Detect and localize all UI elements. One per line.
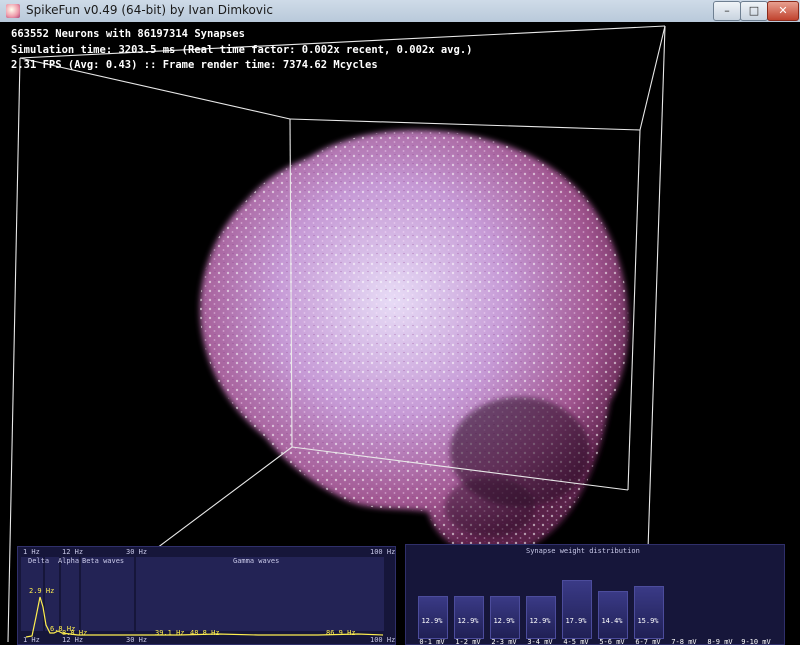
wave-tick-bottom: 100 Hz [370, 636, 396, 644]
weight-bar-label: 5-6 mV [599, 638, 625, 645]
peak-label: 39.1 Hz [155, 629, 185, 637]
weight-bar-label: 9-10 mV [741, 638, 771, 645]
close-button[interactable]: ✕ [767, 1, 799, 21]
fps-text: 2.31 FPS (Avg: 0.43) :: Frame render tim… [11, 59, 378, 71]
weight-bar-label: 3-4 mV [527, 638, 553, 645]
synapse-weight-panel: Synapse weight distribution 12.9% 0-1 mV 1… [405, 544, 785, 645]
weight-bar-label: 6-7 mV [635, 638, 661, 645]
weight-bar-label: 8-9 mV [707, 638, 733, 645]
synapse-panel-title: Synapse weight distribution [526, 547, 640, 555]
window-title: SpikeFun v0.49 (64-bit) by Ivan Dimkovic [26, 3, 273, 17]
weight-bar-value: 17.9% [565, 617, 587, 625]
brainwave-panel: 1 Hz 12 Hz 30 Hz 100 Hz Delta Alpha Beta… [17, 546, 396, 645]
wave-tick-bottom: 30 Hz [126, 636, 148, 644]
app-window: SpikeFun v0.49 (64-bit) by Ivan Dimkovic… [0, 0, 800, 645]
weight-bar-label: 0-1 mV [419, 638, 445, 645]
stats-overlay: 663552 Neurons with 86197314 Synapses Sim… [11, 27, 472, 74]
weight-bar-label: 7-8 mV [671, 638, 697, 645]
weight-bar-value: 12.9% [421, 617, 443, 625]
neuron-count-text: 663552 Neurons with 86197314 Synapses [11, 28, 245, 40]
weight-bar-value: 12.9% [529, 617, 551, 625]
title-bar[interactable]: SpikeFun v0.49 (64-bit) by Ivan Dimkovic… [0, 0, 800, 23]
weight-bar-label: 1-2 mV [455, 638, 481, 645]
maximize-button[interactable]: □ [740, 1, 768, 21]
weight-bar [598, 591, 628, 639]
minimize-button[interactable]: – [713, 1, 741, 21]
wave-tick-bottom: 1 Hz [23, 636, 40, 644]
weight-bar-value: 12.9% [457, 617, 479, 625]
weight-bar [562, 580, 592, 639]
weight-bar-value: 12.9% [493, 617, 515, 625]
wave-tick-bottom: 12 Hz [62, 636, 84, 644]
weight-bar-label: 2-3 mV [491, 638, 517, 645]
peak-label: 86.9 Hz [326, 629, 356, 637]
weight-bar-value: 14.4% [601, 617, 623, 625]
peak-label: 2.9 Hz [29, 587, 55, 595]
weight-bar [634, 586, 664, 639]
weight-bar-value: 15.9% [637, 617, 659, 625]
weight-bar-label: 4-5 mV [563, 638, 589, 645]
app-icon [6, 4, 20, 18]
peak-label: 48.8 Hz [190, 629, 220, 637]
simulation-time-text: Simulation time: 3203.5 ms (Real time fa… [11, 43, 473, 56]
render-viewport[interactable]: 663552 Neurons with 86197314 Synapses Sim… [0, 22, 800, 645]
